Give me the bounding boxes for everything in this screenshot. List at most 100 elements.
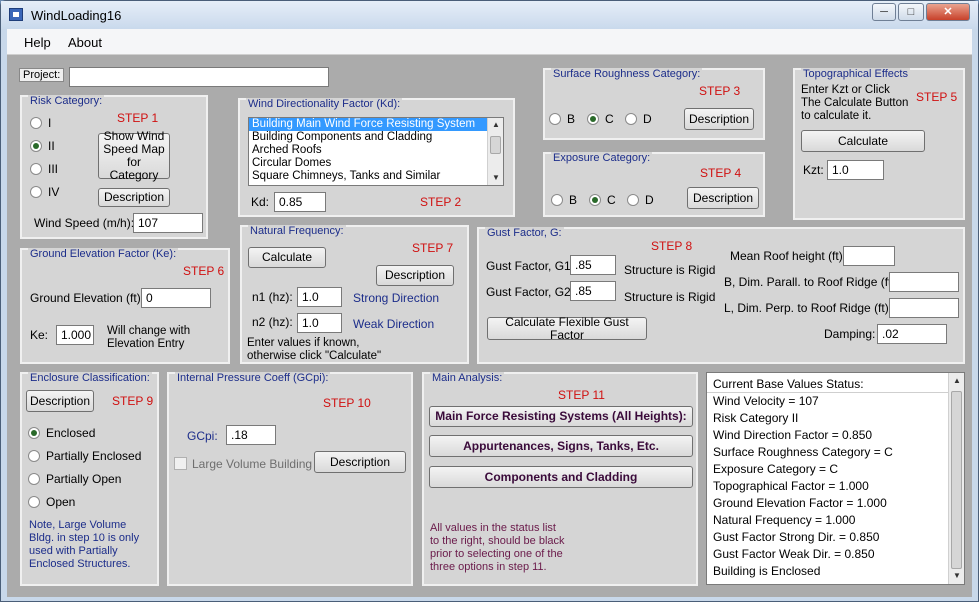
roughness-option-d[interactable]: D: [625, 112, 652, 126]
scroll-up-icon[interactable]: ▲: [952, 376, 962, 386]
step-9-label: STEP 9: [112, 394, 154, 408]
kd-list-item[interactable]: Circular Domes: [249, 157, 503, 170]
damping-input[interactable]: .02: [877, 324, 947, 344]
status-scrollbar[interactable]: ▲ ▼: [948, 373, 964, 584]
n2-input[interactable]: 1.0: [297, 313, 342, 333]
step-4-label: STEP 4: [700, 166, 742, 180]
roughness-description-button[interactable]: Description: [684, 108, 754, 130]
radio-icon: [28, 473, 40, 485]
g2-input[interactable]: .85: [570, 281, 616, 301]
risk-option-iv[interactable]: IV: [30, 185, 59, 199]
components-cladding-button[interactable]: Components and Cladding: [429, 466, 693, 488]
main-analysis-title: Main Analysis:: [430, 372, 505, 385]
roughness-option-c[interactable]: C: [587, 112, 614, 126]
enclosure-option-partially-open[interactable]: Partially Open: [28, 472, 121, 486]
enclosure-description-button[interactable]: Description: [26, 390, 94, 412]
step-11-label: STEP 11: [558, 388, 605, 402]
step-6-label: STEP 6: [183, 264, 225, 278]
status-listbox[interactable]: Current Base Values Status: Wind Velocit…: [706, 372, 965, 585]
wind-speed-input[interactable]: 107: [133, 213, 203, 233]
scroll-down-icon[interactable]: ▼: [491, 173, 501, 183]
main-force-resisting-button[interactable]: Main Force Resisting Systems (All Height…: [429, 406, 693, 427]
gcpi-title: Internal Pressure Coeff (GCpi):: [175, 372, 331, 385]
roof-height-input[interactable]: [843, 246, 895, 266]
large-volume-label: Large Volume Building: [192, 457, 313, 471]
gcpi-description-button[interactable]: Description: [314, 451, 406, 473]
n2-label: n2 (hz):: [252, 315, 293, 329]
natural-frequency-title: Natural Frequency:: [248, 225, 346, 238]
kd-scrollbar[interactable]: ▲ ▼: [487, 118, 503, 185]
exposure-option-d[interactable]: D: [627, 193, 654, 207]
gcpi-input[interactable]: .18: [226, 425, 276, 445]
scroll-down-icon[interactable]: ▼: [952, 571, 962, 581]
exposure-group: Exposure Category: STEP 4 B C D Descript…: [543, 152, 765, 217]
menu-about[interactable]: About: [68, 35, 102, 50]
risk-option-iii[interactable]: III: [30, 162, 58, 176]
kd-input[interactable]: 0.85: [274, 192, 326, 212]
kd-list-item[interactable]: Building Components and Cladding: [249, 131, 503, 144]
status-item: Exposure Category = C: [713, 462, 839, 476]
b-dimension-label: B, Dim. Parall. to Roof Ridge (ft):: [724, 275, 899, 289]
scroll-thumb[interactable]: [490, 136, 501, 154]
gcpi-group: Internal Pressure Coeff (GCpi): STEP 10 …: [167, 372, 413, 586]
surface-roughness-group: Surface Roughness Category: STEP 3 B C D…: [543, 68, 765, 140]
enclosure-option-open[interactable]: Open: [28, 495, 75, 509]
status-header: Current Base Values Status:: [707, 376, 948, 393]
main-analysis-note: All values in the status list to the rig…: [430, 522, 565, 573]
enclosure-option-enclosed[interactable]: Enclosed: [28, 426, 95, 440]
maximize-icon[interactable]: □: [898, 3, 924, 21]
risk-category-title: Risk Category:: [28, 95, 105, 108]
scroll-up-icon[interactable]: ▲: [491, 120, 501, 130]
g1-input[interactable]: .85: [570, 255, 616, 275]
show-wind-speed-map-button[interactable]: Show Wind Speed Map for Category: [98, 130, 170, 182]
appurtenances-button[interactable]: Appurtenances, Signs, Tanks, Etc.: [429, 435, 693, 457]
status-item: Ground Elevation Factor = 1.000: [713, 496, 887, 510]
kd-list-item[interactable]: Square Chimneys, Tanks and Similar: [249, 170, 503, 183]
exposure-option-b[interactable]: B: [551, 193, 577, 207]
topographical-instructions: Enter Kzt or Click The Calculate Button …: [801, 84, 909, 122]
n1-direction-label: Strong Direction: [353, 291, 440, 305]
risk-option-i[interactable]: I: [30, 116, 51, 130]
radio-icon: [28, 496, 40, 508]
scroll-thumb[interactable]: [951, 391, 962, 569]
status-item: Risk Category II: [713, 411, 799, 425]
project-label: Project:: [19, 68, 65, 82]
n1-input[interactable]: 1.0: [297, 287, 342, 307]
l-dimension-input[interactable]: [889, 298, 959, 318]
natural-frequency-group: Natural Frequency: STEP 7 Calculate Desc…: [240, 225, 469, 364]
exposure-option-c[interactable]: C: [589, 193, 616, 207]
kd-listbox[interactable]: Building Main Wind Force Resisting Syste…: [248, 117, 504, 186]
ground-elevation-input[interactable]: 0: [141, 288, 211, 308]
frequency-description-button[interactable]: Description: [376, 265, 454, 286]
roughness-option-b[interactable]: B: [549, 112, 575, 126]
status-item: Wind Velocity = 107: [713, 394, 819, 408]
calculate-flexible-gust-button[interactable]: Calculate Flexible Gust Factor: [487, 315, 647, 341]
large-volume-checkbox[interactable]: [174, 457, 187, 470]
risk-category-group: Risk Category: STEP 1 I II III IV Show W…: [20, 95, 208, 239]
step-3-label: STEP 3: [699, 84, 741, 98]
kd-list-item[interactable]: Building Main Wind Force Resisting Syste…: [249, 118, 487, 131]
step-5-label: STEP 5: [916, 90, 958, 104]
project-input[interactable]: [69, 67, 329, 87]
close-icon[interactable]: ✕: [926, 3, 970, 21]
kd-title: Wind Directionality Factor (Kd):: [246, 98, 403, 111]
status-item: Topographical Factor = 1.000: [713, 479, 869, 493]
risk-option-ii[interactable]: II: [30, 139, 55, 153]
kd-list-item[interactable]: Arched Roofs: [249, 144, 503, 157]
kzt-input[interactable]: 1.0: [827, 160, 884, 180]
ke-input[interactable]: 1.000: [56, 325, 94, 345]
frequency-note: Enter values if known, otherwise click "…: [247, 337, 382, 362]
enclosure-option-partially-enclosed[interactable]: Partially Enclosed: [28, 449, 141, 463]
risk-description-button[interactable]: Description: [98, 188, 170, 207]
topographical-group: Topographical Effects Enter Kzt or Click…: [793, 68, 965, 220]
step-7-label: STEP 7: [412, 241, 454, 255]
minimize-icon[interactable]: ─: [872, 3, 896, 21]
kzt-calculate-button[interactable]: Calculate: [801, 130, 925, 152]
enclosure-group: Enclosure Classification: Description ST…: [20, 372, 159, 586]
status-item: Wind Direction Factor = 0.850: [713, 428, 873, 442]
radio-icon: [551, 194, 563, 206]
b-dimension-input[interactable]: [889, 272, 959, 292]
frequency-calculate-button[interactable]: Calculate: [248, 247, 326, 268]
menu-help[interactable]: Help: [24, 35, 51, 50]
exposure-description-button[interactable]: Description: [687, 187, 759, 209]
